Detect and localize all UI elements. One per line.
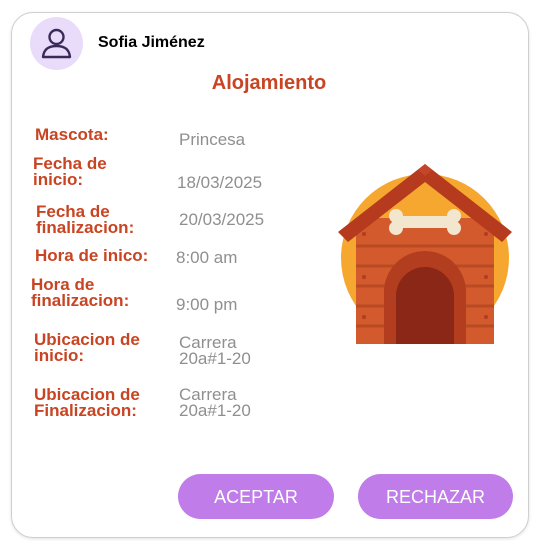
label-ubicacion-fin: Ubicacion de Finalizacion: bbox=[34, 385, 140, 420]
avatar[interactable] bbox=[30, 17, 83, 70]
value-hora-fin: 9:00 pm bbox=[176, 295, 238, 314]
value-ubicacion-inicio: Carrera 20a#1-20 bbox=[179, 333, 251, 368]
reject-button[interactable]: RECHAZAR bbox=[358, 474, 513, 519]
value-fecha-inicio: 18/03/2025 bbox=[177, 173, 263, 192]
label-fecha-inicio: Fecha de inicio: bbox=[33, 154, 107, 189]
value-mascota: Princesa bbox=[179, 130, 246, 149]
value-hora-inicio: 8:00 am bbox=[176, 248, 238, 267]
label-hora-fin: Hora de finalizacion: bbox=[31, 275, 130, 310]
user-name: Sofia Jiménez bbox=[98, 34, 205, 51]
dog-house-icon bbox=[338, 164, 512, 344]
value-fecha-fin: 20/03/2025 bbox=[179, 210, 265, 229]
accept-button[interactable]: ACEPTAR bbox=[178, 474, 334, 519]
value-ubicacion-fin: Carrera 20a#1-20 bbox=[179, 385, 251, 420]
label-ubicacion-inicio: Ubicacion de inicio: bbox=[34, 330, 140, 365]
label-mascota: Mascota: bbox=[35, 125, 109, 144]
label-fecha-fin: Fecha de finalizacion: bbox=[36, 202, 135, 237]
label-hora-inicio: Hora de inico: bbox=[35, 246, 149, 265]
user-icon bbox=[41, 28, 72, 59]
page-title: Alojamiento bbox=[211, 72, 327, 94]
